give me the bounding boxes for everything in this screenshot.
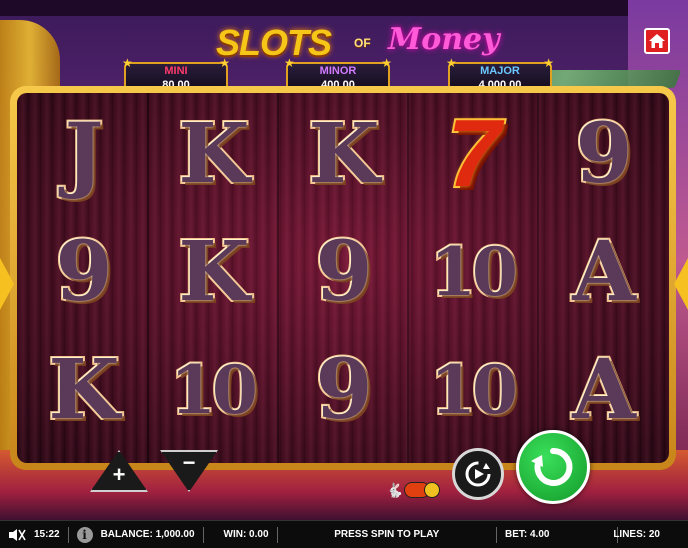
reel-symbol: K <box>26 335 138 445</box>
reel-symbol-label: 9 <box>313 222 374 322</box>
star-icon: ★ <box>446 56 457 70</box>
jackpot-minor-label: MINOR <box>319 65 357 77</box>
reel-frame: J 9 K K K 10 K 9 9 7 10 10 9 A A <box>10 86 676 470</box>
reel-symbol: K <box>286 99 398 209</box>
star-icon: ★ <box>381 56 392 70</box>
reel-symbol-label: 10 <box>428 231 520 313</box>
reel-divider <box>147 93 149 463</box>
reel-symbol-label: 10 <box>168 349 260 431</box>
logo-money-text: Money <box>388 22 500 57</box>
reel-divider <box>537 93 539 463</box>
reel-symbol-label: K <box>176 104 251 204</box>
autoplay-button[interactable] <box>452 448 504 500</box>
spin-icon <box>531 447 573 486</box>
reel-symbol: K <box>156 99 268 209</box>
turbo-toggle[interactable]: 🐇 <box>386 480 444 500</box>
reel-symbol: 9 <box>286 217 398 327</box>
plus-icon: + <box>112 462 126 487</box>
reel-symbol: A <box>546 335 658 445</box>
reel-symbol-label: 7 <box>445 98 502 209</box>
reel-divider <box>407 93 409 463</box>
balance-display: BALANCE: 1,000.00 <box>100 529 195 540</box>
reel-symbol-label: 9 <box>313 340 374 440</box>
reel-symbol: 7 <box>416 98 528 209</box>
autoplay-icon <box>465 461 491 487</box>
jackpot-major-label: MAJOR <box>480 65 520 77</box>
status-bar: 15:22 i BALANCE: 1,000.00 WIN: 0.00 PRES… <box>0 520 688 548</box>
left-arrow-icon <box>0 258 14 310</box>
right-arrow-icon <box>674 258 688 310</box>
reel-symbol-label: 9 <box>573 104 634 204</box>
toggle-knob <box>424 482 440 498</box>
reel-symbol: 9 <box>546 99 658 209</box>
increase-bet-button[interactable]: + <box>90 450 148 492</box>
sound-toggle[interactable] <box>0 521 34 548</box>
spin-button[interactable] <box>516 430 590 504</box>
star-icon: ★ <box>219 56 230 70</box>
reel-symbol-label: K <box>306 104 381 204</box>
reel-symbol: 9 <box>286 335 398 445</box>
sound-muted-icon <box>9 528 26 541</box>
reel-symbol-label: 9 <box>53 222 114 322</box>
bet-display: BET: 4.00 <box>505 529 550 540</box>
minus-icon: − <box>182 450 196 475</box>
lines-display: LINES: 20 <box>613 529 660 540</box>
game-logo: SLOTS OF Money <box>216 22 682 88</box>
jackpot-mini-label: MINI <box>164 65 188 77</box>
star-icon: ★ <box>543 56 554 70</box>
reel-symbol-label: 10 <box>428 349 520 431</box>
reel-symbol-label: A <box>570 222 638 322</box>
status-message: PRESS SPIN TO PLAY <box>334 529 440 540</box>
reel-symbol-label: K <box>46 340 121 440</box>
star-icon: ★ <box>284 56 295 70</box>
home-icon <box>649 34 665 48</box>
reel-symbol-label: A <box>570 340 638 440</box>
info-icon: i <box>76 526 93 543</box>
decrease-bet-button[interactable]: − <box>160 450 218 492</box>
clock: 15:22 <box>34 529 60 540</box>
logo-slots-text: SLOTS <box>216 22 332 63</box>
reel-symbol: 10 <box>416 335 528 445</box>
reel-symbol: 10 <box>416 217 528 327</box>
logo-of-text: OF <box>354 36 371 50</box>
top-strip <box>0 0 688 16</box>
reel-divider <box>277 93 279 463</box>
reel-symbol: 10 <box>156 335 268 445</box>
home-button[interactable] <box>644 28 670 54</box>
star-icon: ★ <box>122 56 133 70</box>
game-stage: SLOTS OF Money ★ ★ MINI 80.00 ★ ★ MINOR … <box>0 0 688 548</box>
info-button[interactable]: i <box>69 521 101 548</box>
win-display: WIN: 0.00 <box>223 529 269 540</box>
turbo-rabbit-icon: 🐇 <box>386 482 404 498</box>
reel-area: J 9 K K K 10 K 9 9 7 10 10 9 A A <box>17 93 669 463</box>
reel-symbol-label: J <box>63 104 106 204</box>
reel-symbol: K <box>156 217 268 327</box>
reel-symbol: A <box>546 217 658 327</box>
reel-symbol: J <box>26 99 138 209</box>
reel-symbol-label: K <box>176 222 251 322</box>
reel-symbol: 9 <box>26 217 138 327</box>
